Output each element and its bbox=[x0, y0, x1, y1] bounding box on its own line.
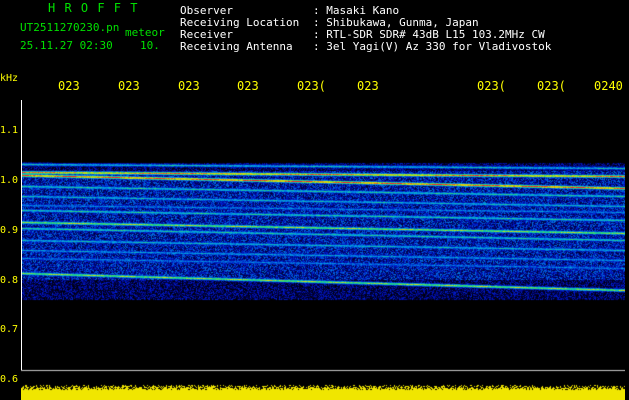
plot-left-axis bbox=[21, 100, 626, 370]
info-label-observer: Observer bbox=[180, 4, 233, 17]
timestamp: 25.11.27 02:30 bbox=[20, 39, 113, 52]
info-value-antenna: : 3el Yagi(V) Az 330 for Vladivostok bbox=[313, 40, 552, 53]
info-label-antenna: Receiving Antenna bbox=[180, 40, 293, 53]
app-title: H R O F F T bbox=[48, 1, 139, 15]
x-tick-label: 023( bbox=[537, 79, 566, 93]
info-value-location: : Shibukawa, Gunma, Japan bbox=[313, 16, 479, 29]
x-tick-label: 023( bbox=[477, 79, 506, 93]
x-tick-label: 023 bbox=[237, 79, 259, 93]
x-tick-label: 023( bbox=[297, 79, 326, 93]
info-label-receiver: Receiver bbox=[180, 28, 233, 41]
info-label-location: Receiving Location bbox=[180, 16, 300, 29]
x-tick-label: 023 bbox=[58, 79, 80, 93]
axis-unit-label: kHz bbox=[0, 73, 19, 84]
x-tick-label: 023 bbox=[118, 79, 140, 93]
x-tick-label: 023 bbox=[357, 79, 379, 93]
interval-value: 10. bbox=[140, 39, 160, 52]
info-value-observer: : Masaki Kano bbox=[313, 4, 400, 17]
x-tick-label: 0240 bbox=[594, 79, 623, 93]
x-tick-label: 023 bbox=[178, 79, 200, 93]
info-value-receiver: : RTL-SDR SDR# 43dB L15 103.2MHz CW bbox=[313, 28, 545, 41]
mode-label: meteor bbox=[125, 26, 165, 39]
file-name: UT2511270230.pn bbox=[20, 21, 120, 34]
